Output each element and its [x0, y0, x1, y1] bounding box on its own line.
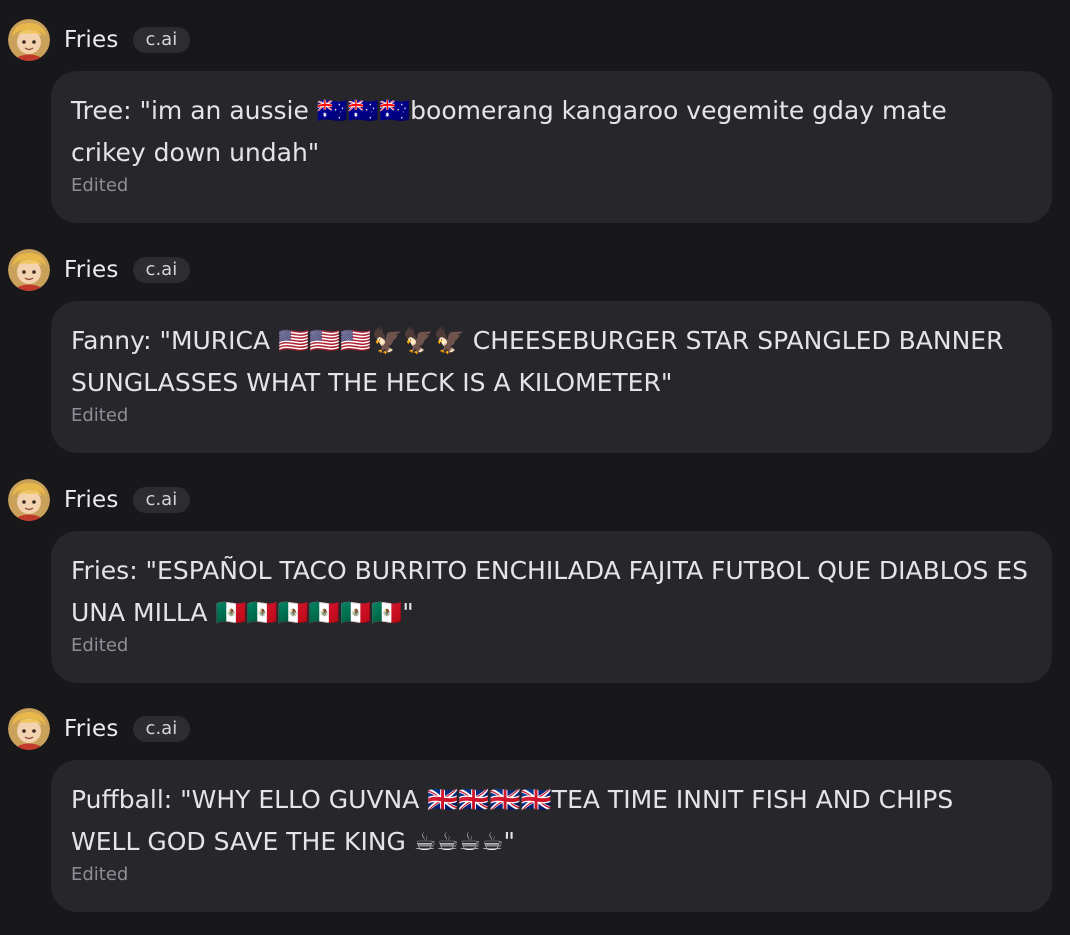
message-text: Fanny: "MURICA 🇺🇸🇺🇸🇺🇸🦅🦅🦅 CHEESEBURGER ST… [71, 326, 1004, 397]
message-bubble: Tree: "im an aussie 🇦🇺🇦🇺🇦🇺boomerang kang… [51, 71, 1052, 223]
author-name: Fries [64, 716, 119, 742]
cai-badge: c.ai [132, 257, 191, 283]
message-header: Fries c.ai [8, 247, 191, 293]
cai-badge: c.ai [132, 27, 191, 53]
cai-badge: c.ai [132, 716, 191, 742]
message-header: Fries c.ai [8, 706, 191, 752]
message-text: Tree: "im an aussie 🇦🇺🇦🇺🇦🇺boomerang kang… [71, 96, 947, 167]
edited-label: Edited [71, 864, 129, 885]
message-bubble: Fries: "ESPAÑOL TACO BURRITO ENCHILADA F… [51, 531, 1052, 683]
author-name: Fries [64, 27, 119, 53]
character-avatar-icon[interactable] [8, 19, 50, 61]
edited-label: Edited [71, 635, 129, 656]
character-avatar-icon[interactable] [8, 708, 50, 750]
chat-feed: Fries c.ai Tree: "im an aussie 🇦🇺🇦🇺🇦🇺boo… [0, 0, 1070, 935]
cai-badge: c.ai [132, 487, 191, 513]
author-name: Fries [64, 257, 119, 283]
message-text: Puffball: "WHY ELLO GUVNA 🇬🇧🇬🇧🇬🇧🇬🇧TEA TI… [71, 785, 954, 856]
author-name: Fries [64, 487, 119, 513]
character-avatar-icon[interactable] [8, 479, 50, 521]
message-header: Fries c.ai [8, 17, 191, 63]
character-avatar-icon[interactable] [8, 249, 50, 291]
edited-label: Edited [71, 405, 129, 426]
message-text: Fries: "ESPAÑOL TACO BURRITO ENCHILADA F… [71, 556, 1028, 627]
message-header: Fries c.ai [8, 477, 191, 523]
message-bubble: Puffball: "WHY ELLO GUVNA 🇬🇧🇬🇧🇬🇧🇬🇧TEA TI… [51, 760, 1052, 912]
edited-label: Edited [71, 175, 129, 196]
message-bubble: Fanny: "MURICA 🇺🇸🇺🇸🇺🇸🦅🦅🦅 CHEESEBURGER ST… [51, 301, 1052, 453]
